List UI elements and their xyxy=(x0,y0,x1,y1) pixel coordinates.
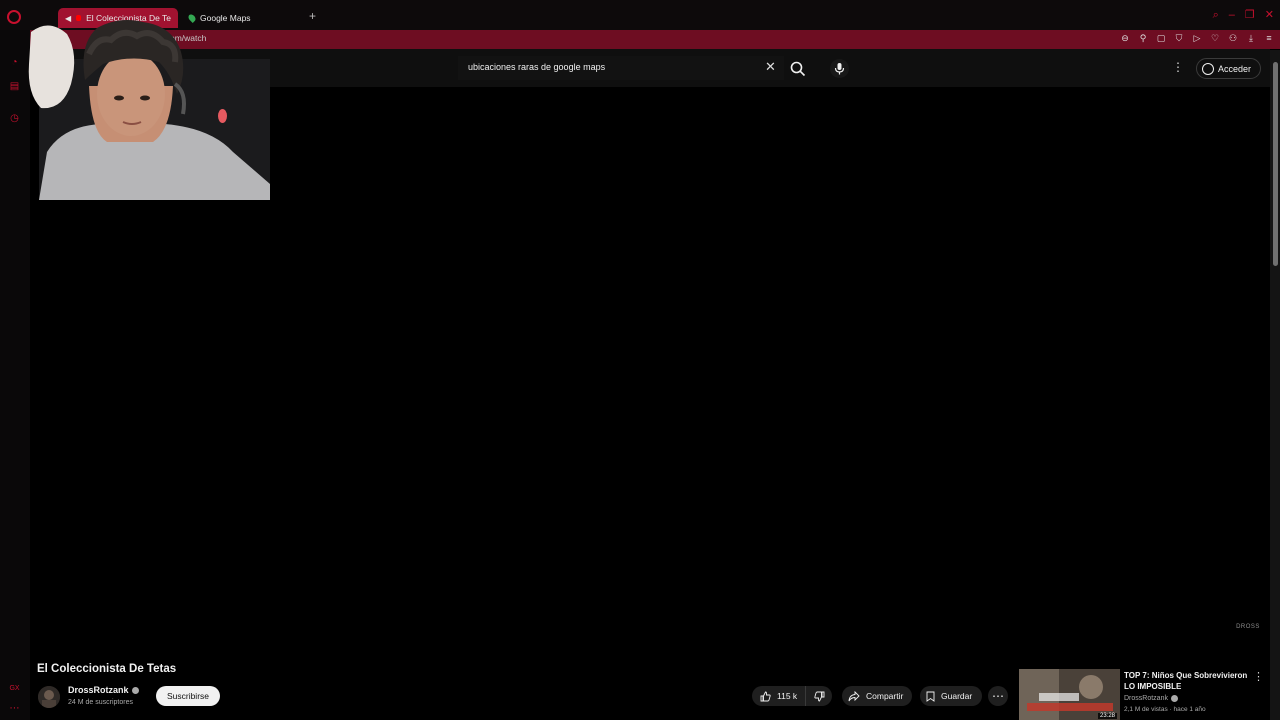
verified-icon xyxy=(131,686,139,694)
search-icon xyxy=(790,61,806,77)
thumbs-up-icon xyxy=(760,691,771,701)
voice-search-button[interactable] xyxy=(830,59,849,78)
close-icon[interactable]: ✕ xyxy=(1265,10,1274,21)
recommendation-meta: 2,1 M de vistas · hace 1 año xyxy=(1124,706,1206,713)
maximize-icon[interactable]: ❐ xyxy=(1245,10,1255,21)
channel-avatar[interactable] xyxy=(38,686,60,708)
zoom-out-icon[interactable]: ⊖ xyxy=(1120,33,1130,44)
like-button[interactable]: 115 k xyxy=(752,686,806,706)
like-dislike-group: 115 k xyxy=(752,686,832,706)
search-input[interactable]: ubicaciones raras de google maps xyxy=(468,62,605,72)
opera-logo-icon[interactable] xyxy=(7,10,21,24)
more-icon[interactable]: ⋯ xyxy=(8,702,21,715)
more-actions-button[interactable]: ⋯ xyxy=(988,686,1008,706)
recommendation-menu-icon[interactable]: ⋮ xyxy=(1253,670,1264,683)
history-icon[interactable]: ◷ xyxy=(8,112,21,125)
new-tab-button[interactable]: + xyxy=(309,9,316,23)
recommendation-title[interactable]: TOP 7: Niños Que Sobrevivieron LO IMPOSI… xyxy=(1124,670,1252,692)
share-button[interactable]: Compartir xyxy=(842,686,912,706)
more-horizontal-icon: ⋯ xyxy=(992,689,1004,703)
search-box[interactable]: ubicaciones raras de google maps ✕ xyxy=(458,56,784,80)
settings-menu-icon[interactable]: ⋮ xyxy=(1172,60,1184,74)
opera-sidebar: ◔ ▤ ◷ GX ⋯ xyxy=(0,30,30,720)
scrollbar-thumb[interactable] xyxy=(1273,62,1278,266)
recommendation-channel: DrossRotzank xyxy=(1124,695,1178,702)
dislike-button[interactable] xyxy=(806,691,832,702)
search-tabs-icon[interactable]: ⌕ xyxy=(1213,10,1219,21)
address-bar-actions: ⊖ ⚲ ▢ ⛉ ▷ ♡ ⚇ ⤓ ≡ xyxy=(1120,33,1274,44)
search-button[interactable] xyxy=(789,60,807,78)
save-label: Guardar xyxy=(941,691,973,701)
streamer-figure xyxy=(28,20,270,200)
avatar-image xyxy=(38,686,60,708)
download-icon[interactable]: ⤓ xyxy=(1246,33,1256,44)
share-label: Compartir xyxy=(866,691,904,701)
snapshot-icon[interactable]: ▢ xyxy=(1156,33,1166,44)
video-title: El Coleccionista De Tetas xyxy=(37,663,177,675)
channel-name[interactable]: DrossRotzank xyxy=(68,685,139,695)
gx-icon[interactable]: GX xyxy=(8,682,21,695)
share-arrow-icon xyxy=(848,690,860,701)
bookmark-icon xyxy=(926,691,935,702)
messenger-icon[interactable]: ◔ xyxy=(8,56,21,69)
subscribe-button[interactable]: Suscribirse xyxy=(156,686,220,706)
shield-icon[interactable]: ⛉ xyxy=(1174,33,1184,44)
channel-name-text: DrossRotzank xyxy=(68,685,129,695)
microphone-icon xyxy=(830,59,849,78)
heart-icon[interactable]: ♡ xyxy=(1210,33,1220,44)
subscriber-count: 24 M de suscriptores xyxy=(68,699,133,706)
recommendation-thumbnail[interactable]: 23:28 xyxy=(1019,669,1120,720)
channel-watermark: DROSS xyxy=(1236,624,1260,630)
thumbs-down-icon xyxy=(813,691,824,701)
save-button[interactable]: Guardar xyxy=(920,686,982,706)
signin-label: Acceder xyxy=(1218,63,1252,74)
like-count: 115 k xyxy=(777,691,798,701)
user-circle-icon xyxy=(1202,62,1214,75)
minimize-icon[interactable]: – xyxy=(1229,10,1235,21)
clear-search-icon[interactable]: ✕ xyxy=(765,60,776,74)
signin-button[interactable]: Acceder xyxy=(1196,58,1261,79)
account-icon[interactable]: ⚇ xyxy=(1228,33,1238,44)
pin-icon[interactable]: ⚲ xyxy=(1138,33,1148,44)
recording-indicator xyxy=(218,109,227,123)
video-duration: 23:28 xyxy=(1097,713,1117,719)
webcam-overlay xyxy=(27,14,270,200)
verified-icon xyxy=(1170,695,1178,702)
window-controls: ⌕ – ❐ ✕ xyxy=(1213,10,1274,21)
recommendation-channel-name: DrossRotzank xyxy=(1124,695,1168,702)
workspace-icon[interactable]: ▤ xyxy=(8,80,21,93)
play-icon[interactable]: ▷ xyxy=(1192,33,1202,44)
menu-icon[interactable]: ≡ xyxy=(1264,33,1274,44)
